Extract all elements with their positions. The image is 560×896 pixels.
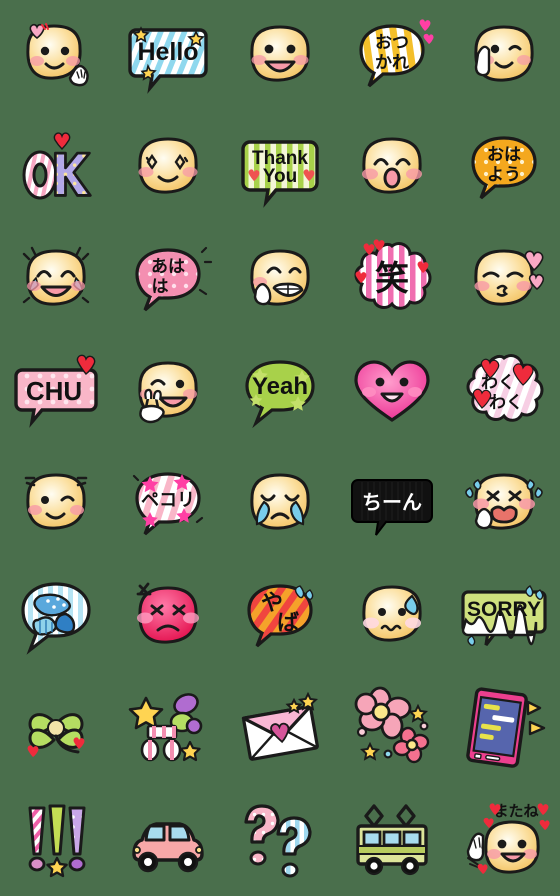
yabai-line2: ば [277, 611, 299, 636]
sticker-cell[interactable] [112, 784, 224, 896]
sticker-cell[interactable]: ?? [224, 784, 336, 896]
sticker-cell[interactable]: SORRY [448, 560, 560, 672]
question-marks-sticker[interactable]: ?? [232, 792, 328, 888]
sleepy-zzz-bubble-sticker[interactable] [8, 568, 104, 664]
yeah-bubble-sticker[interactable]: Yeah [232, 344, 328, 440]
sticker-cell[interactable]: smiling face with pink heart and waving … [0, 0, 112, 112]
nervous-sweat-face-sticker[interactable] [344, 568, 440, 664]
matane-label: またね [493, 802, 538, 820]
sticker-cell[interactable] [336, 112, 448, 224]
sticker-cell[interactable] [112, 560, 224, 672]
sticker-cell[interactable]: や ば [224, 560, 336, 672]
wink-thumbs-up-face-sticker[interactable] [456, 8, 552, 104]
sorry-label: SORRY [467, 598, 541, 621]
sticker-cell[interactable]: !!! [0, 784, 112, 896]
otsukare-line1: おつ [375, 33, 409, 53]
gentle-wink-face-sticker[interactable] [8, 456, 104, 552]
sticker-cell[interactable] [448, 448, 560, 560]
sticker-cell[interactable] [0, 560, 112, 672]
sparkle-eyes-face-sticker[interactable] [120, 120, 216, 216]
sticker-cell[interactable] [336, 672, 448, 784]
chiin-bubble-sticker[interactable]: ちーん [344, 456, 440, 552]
pink-car-sticker[interactable] [120, 792, 216, 888]
sticker-cell[interactable]: 笑 [336, 224, 448, 336]
sticker-cell[interactable]: おつ かれ [336, 0, 448, 112]
flowers-sticker[interactable] [344, 680, 440, 776]
sticker-cell[interactable]: わく わく [448, 336, 560, 448]
tongue-out-face-sticker[interactable] [456, 456, 552, 552]
ohayou-line2: よう [487, 165, 521, 185]
chu-bubble-sticker[interactable]: CHU [8, 344, 104, 440]
you-line: You [263, 166, 297, 187]
sticker-cell[interactable] [336, 560, 448, 672]
otsukare-line2: かれ [375, 53, 409, 73]
sticker-cell[interactable]: あは は [112, 224, 224, 336]
wakuwaku-line2: わく [489, 393, 523, 413]
sticker-cell[interactable]: CHU [0, 336, 112, 448]
sticker-cell[interactable] [224, 0, 336, 112]
sticker-cell[interactable] [336, 336, 448, 448]
wakuwaku-bubble-sticker[interactable]: わく わく [456, 344, 552, 440]
sticker-cell[interactable] [448, 672, 560, 784]
matane-face-sticker[interactable]: またね [456, 792, 552, 888]
surprised-oh-face-sticker[interactable] [344, 120, 440, 216]
sticker-cell[interactable] [448, 224, 560, 336]
envelope-mail-sticker[interactable] [232, 680, 328, 776]
hello-bubble-sticker[interactable]: Hello [120, 8, 216, 104]
pekori-bubble-sticker[interactable]: ペコリ [120, 456, 216, 552]
party-confetti-sticker[interactable] [120, 680, 216, 776]
sticker-cell[interactable]: ペコリ [112, 448, 224, 560]
pekori-label: ペコリ [141, 490, 195, 511]
four-leaf-clover-sticker[interactable] [8, 680, 104, 776]
laughing-tears-face-sticker[interactable] [8, 232, 104, 328]
hello-label: Hello [137, 38, 198, 66]
yabai-bubble-sticker[interactable]: や ば [232, 568, 328, 664]
sticker-cell[interactable] [448, 0, 560, 112]
sticker-cell[interactable] [224, 224, 336, 336]
pink-heart-face-sticker[interactable] [344, 344, 440, 440]
sticker-cell[interactable] [0, 448, 112, 560]
peace-wink-face-sticker[interactable] [120, 344, 216, 440]
sticker-cell[interactable] [0, 224, 112, 336]
chu-label: CHU [26, 376, 82, 406]
sticker-cell[interactable] [112, 672, 224, 784]
ohayou-line1: おは [487, 145, 521, 165]
sticker-cell[interactable] [224, 448, 336, 560]
crying-face-sticker[interactable] [232, 456, 328, 552]
sticker-cell[interactable]: Yeah [224, 336, 336, 448]
sticker-cell[interactable] [112, 112, 224, 224]
grin-teeth-face-sticker[interactable] [232, 232, 328, 328]
ahaha-bubble-sticker[interactable]: あは は [120, 232, 216, 328]
smartphone-chat-sticker[interactable] [456, 680, 552, 776]
ahaha-line1: あは [151, 257, 185, 277]
otsukare-bubble-sticker[interactable]: おつ かれ [344, 8, 440, 104]
thank-you-bubble-sticker[interactable]: Thank You [232, 120, 328, 216]
sticker-cell[interactable] [112, 336, 224, 448]
sticker-cell[interactable]: またね [448, 784, 560, 896]
sticker-cell[interactable]: Thank You [224, 112, 336, 224]
smiley-waving-heart-sticker[interactable] [8, 8, 104, 104]
sticker-cell[interactable] [336, 784, 448, 896]
warai-label: 笑 [375, 259, 409, 299]
warai-kanji-sticker[interactable]: 笑 [344, 232, 440, 328]
sticker-cell[interactable]: OK [0, 112, 112, 224]
kiss-face-sticker[interactable] [456, 232, 552, 328]
sorry-bubble-sticker[interactable]: SORRY [456, 568, 552, 664]
ohayou-bubble-sticker[interactable]: おは よう [456, 120, 552, 216]
chiin-label: ちーん [362, 490, 422, 514]
sticker-cell[interactable] [0, 672, 112, 784]
sticker-cell[interactable] [224, 672, 336, 784]
big-grin-face-sticker[interactable] [232, 8, 328, 104]
ok-letters-sticker[interactable]: OK [8, 120, 104, 216]
green-trolley-sticker[interactable] [344, 792, 440, 888]
angry-red-face-sticker[interactable] [120, 568, 216, 664]
sticker-cell[interactable]: ちーん [336, 448, 448, 560]
sticker-cell[interactable]: Hello [112, 0, 224, 112]
ahaha-line2: は [152, 277, 169, 297]
sticker-cell[interactable]: おは よう [448, 112, 560, 224]
emoji-sticker-grid: smiling face with pink heart and waving … [0, 0, 560, 896]
exclamation-marks-sticker[interactable]: !!! [8, 792, 104, 888]
yeah-label: Yeah [252, 373, 308, 400]
